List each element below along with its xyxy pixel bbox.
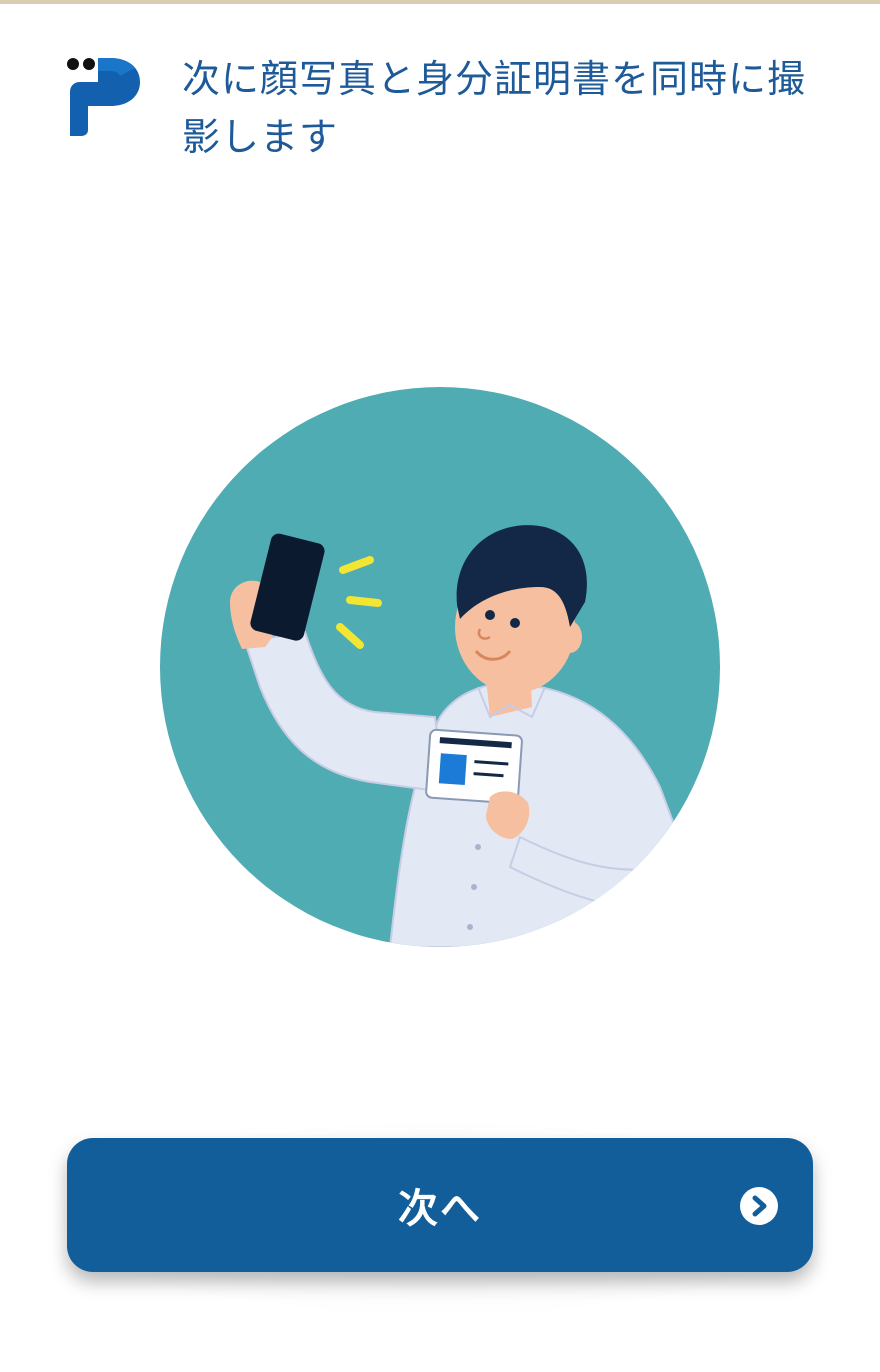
page-title: 次に顔写真と身分証明書を同時に撮影します <box>182 57 807 159</box>
top-border <box>0 0 880 4</box>
chevron-right-circle-icon <box>740 1187 778 1225</box>
header: 次に顔写真と身分証明書を同時に撮影します <box>64 50 834 166</box>
selfie-with-id-card-illustration <box>160 387 720 947</box>
next-button[interactable]: 次へ <box>67 1138 813 1272</box>
p-logo-icon <box>67 58 140 136</box>
next-button-label: 次へ <box>398 1186 482 1232</box>
